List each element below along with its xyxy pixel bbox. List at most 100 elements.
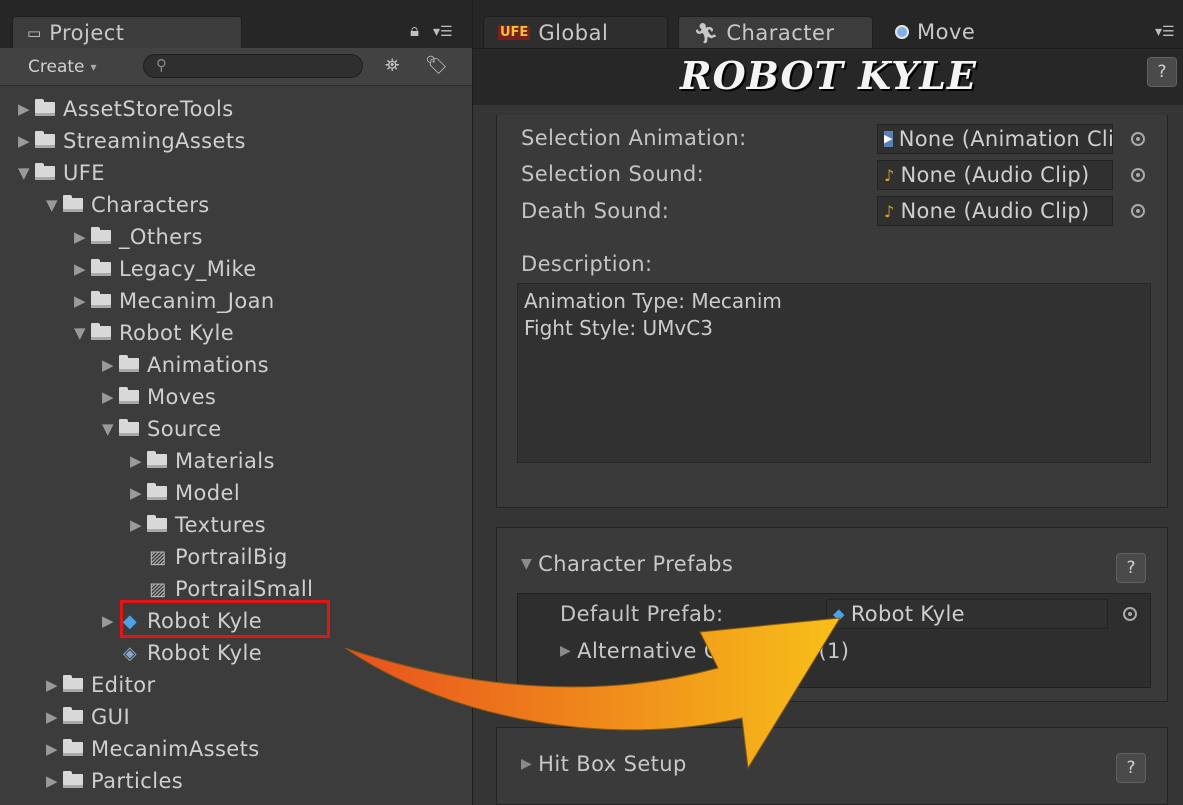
tree-item[interactable]: ▶ Editor: [46, 669, 156, 701]
help-button[interactable]: ?: [1147, 57, 1177, 87]
character-prefabs-body: Default Prefab: ◆ Robot Kyle ▶ Alternati…: [517, 593, 1151, 688]
object-picker-icon[interactable]: [1123, 607, 1137, 621]
object-picker-icon[interactable]: [1131, 204, 1145, 218]
chevron-right-icon[interactable]: ▶: [18, 132, 35, 150]
help-button[interactable]: ?: [1116, 753, 1146, 783]
folder-icon: ▭: [27, 23, 42, 42]
description-line: Animation Type: Mecanim: [524, 289, 782, 313]
chevron-down-icon[interactable]: ▼: [18, 164, 35, 182]
chevron-down-icon[interactable]: ▼: [102, 420, 119, 438]
chevron-right-icon[interactable]: ▶: [46, 676, 63, 694]
folder-icon: [91, 227, 111, 244]
tab-move-label: Move: [917, 20, 976, 44]
chevron-down-icon: ▾: [90, 60, 97, 74]
chevron-right-icon[interactable]: ▶: [74, 292, 91, 310]
tree-item[interactable]: ▨ PortrailBig: [130, 541, 288, 573]
tree-item-label: Materials: [175, 449, 275, 473]
tree-item-label: Legacy_Mike: [119, 257, 257, 281]
chevron-down-icon[interactable]: ▼: [74, 324, 91, 342]
tree-item[interactable]: ▶ StreamingAssets: [18, 125, 246, 157]
death-sound-field[interactable]: ♪ None (Audio Clip): [877, 196, 1113, 226]
texture-icon: ▨: [149, 546, 167, 568]
filter-by-label-icon[interactable]: 🏷︎: [425, 55, 448, 76]
chevron-right-icon[interactable]: ▶: [74, 228, 91, 246]
project-panel: ▭ Project 🔒︎ ▾☰ Create ▾ ⚲ ⛯ 🏷︎ ▶ AssetSt…: [0, 0, 472, 805]
tree-item[interactable]: ▼ Robot Kyle: [74, 317, 234, 349]
lock-icon[interactable]: 🔒︎: [410, 21, 419, 41]
tree-item-label: AssetStoreTools: [63, 97, 234, 121]
object-picker-icon[interactable]: [1131, 132, 1145, 146]
tab-project[interactable]: ▭ Project: [12, 16, 242, 48]
hit-box-setup-section: ▶ Hit Box Setup ?: [496, 727, 1168, 805]
chevron-right-icon: ▶: [560, 643, 572, 659]
tab-global[interactable]: UFE Global: [483, 16, 668, 48]
folder-icon: [119, 387, 139, 404]
chevron-right-icon[interactable]: ▶: [46, 772, 63, 790]
tree-item[interactable]: ▶ Textures: [130, 509, 266, 541]
folder-icon: [119, 419, 139, 436]
tree-item[interactable]: ▶ Mecanim_Joan: [74, 285, 275, 317]
selection-animation-field[interactable]: ▶ None (Animation Clip): [877, 124, 1113, 154]
tab-move[interactable]: Move: [881, 16, 1061, 48]
chevron-right-icon[interactable]: ▶: [46, 740, 63, 758]
hit-box-setup-title: Hit Box Setup: [538, 752, 687, 776]
default-prefab-field[interactable]: ◆ Robot Kyle: [826, 599, 1108, 629]
chevron-right-icon[interactable]: ▶: [130, 452, 147, 470]
tree-item[interactable]: ▼ UFE: [18, 157, 105, 189]
folder-icon: [35, 99, 55, 116]
search-input[interactable]: [176, 56, 360, 78]
inspector-menu-icon[interactable]: ▾☰: [1155, 24, 1175, 40]
tree-item[interactable]: ▶ Model: [130, 477, 240, 509]
character-prefabs-section: ▼ Character Prefabs ? Default Prefab: ◆ …: [496, 527, 1168, 702]
tree-item[interactable]: ▶ Particles: [46, 765, 183, 797]
hit-box-setup-foldout[interactable]: ▶ Hit Box Setup: [521, 752, 687, 776]
scriptable-object-icon: ◈: [122, 642, 138, 664]
tab-character-label: Character: [726, 20, 835, 45]
tree-item[interactable]: ▶ Animations: [102, 349, 269, 381]
description-textarea[interactable]: Animation Type: Mecanim Fight Style: UMv…: [517, 283, 1151, 463]
tree-item[interactable]: ▶ GUI: [46, 701, 130, 733]
chevron-right-icon[interactable]: ▶: [102, 356, 119, 374]
move-icon: [895, 25, 909, 39]
tree-item-label: UFE: [63, 161, 105, 185]
chevron-right-icon[interactable]: ▶: [74, 260, 91, 278]
folder-icon: [119, 355, 139, 372]
tree-item-label: MecanimAssets: [91, 737, 260, 761]
help-button[interactable]: ?: [1116, 553, 1146, 583]
tree-item[interactable]: ▶ Legacy_Mike: [74, 253, 257, 285]
chevron-right-icon[interactable]: ▶: [102, 388, 119, 406]
chevron-right-icon[interactable]: ▶: [18, 100, 35, 118]
tree-item[interactable]: ◈ Robot Kyle: [102, 637, 262, 669]
tree-item-label: Mecanim_Joan: [119, 289, 275, 313]
tree-item[interactable]: ▶ _Others: [74, 221, 203, 253]
folder-icon: [91, 323, 111, 340]
tree-item[interactable]: ▶ Moves: [102, 381, 216, 413]
folder-icon: [35, 131, 55, 148]
folder-icon: [147, 483, 167, 500]
chevron-right-icon[interactable]: ▶: [46, 708, 63, 726]
character-prefabs-foldout[interactable]: ▼ Character Prefabs: [521, 552, 733, 576]
folder-icon: [63, 707, 83, 724]
alternative-costumes-foldout[interactable]: ▶ Alternative Costumes (1): [560, 639, 849, 663]
chevron-right-icon[interactable]: ▶: [130, 484, 147, 502]
tree-item-label: Robot Kyle: [147, 641, 263, 665]
folder-icon: [147, 515, 167, 532]
panel-menu-icon[interactable]: ▾☰: [433, 24, 453, 40]
tree-item[interactable]: ▶ Materials: [130, 445, 275, 477]
chevron-down-icon[interactable]: ▼: [46, 196, 63, 214]
tab-character[interactable]: 🏃︎ Character: [678, 16, 873, 48]
tree-item[interactable]: ▶ MecanimAssets: [46, 733, 260, 765]
filter-by-type-icon[interactable]: ⛯: [385, 55, 399, 76]
create-button[interactable]: Create ▾: [28, 55, 97, 79]
tree-item[interactable]: ▼ Characters: [46, 189, 210, 221]
folder-icon: [63, 675, 83, 692]
object-picker-icon[interactable]: [1131, 168, 1145, 182]
search-field[interactable]: ⚲: [143, 54, 363, 78]
tree-item[interactable]: ▶ AssetStoreTools: [18, 93, 234, 125]
tree-item[interactable]: ▼ Source: [102, 413, 222, 445]
chevron-right-icon[interactable]: ▶: [130, 516, 147, 534]
death-sound-label: Death Sound:: [521, 199, 670, 223]
chevron-right-icon[interactable]: ▶: [102, 612, 119, 630]
selection-sound-field[interactable]: ♪ None (Audio Clip): [877, 160, 1113, 190]
selection-animation-label: Selection Animation:: [521, 126, 747, 150]
